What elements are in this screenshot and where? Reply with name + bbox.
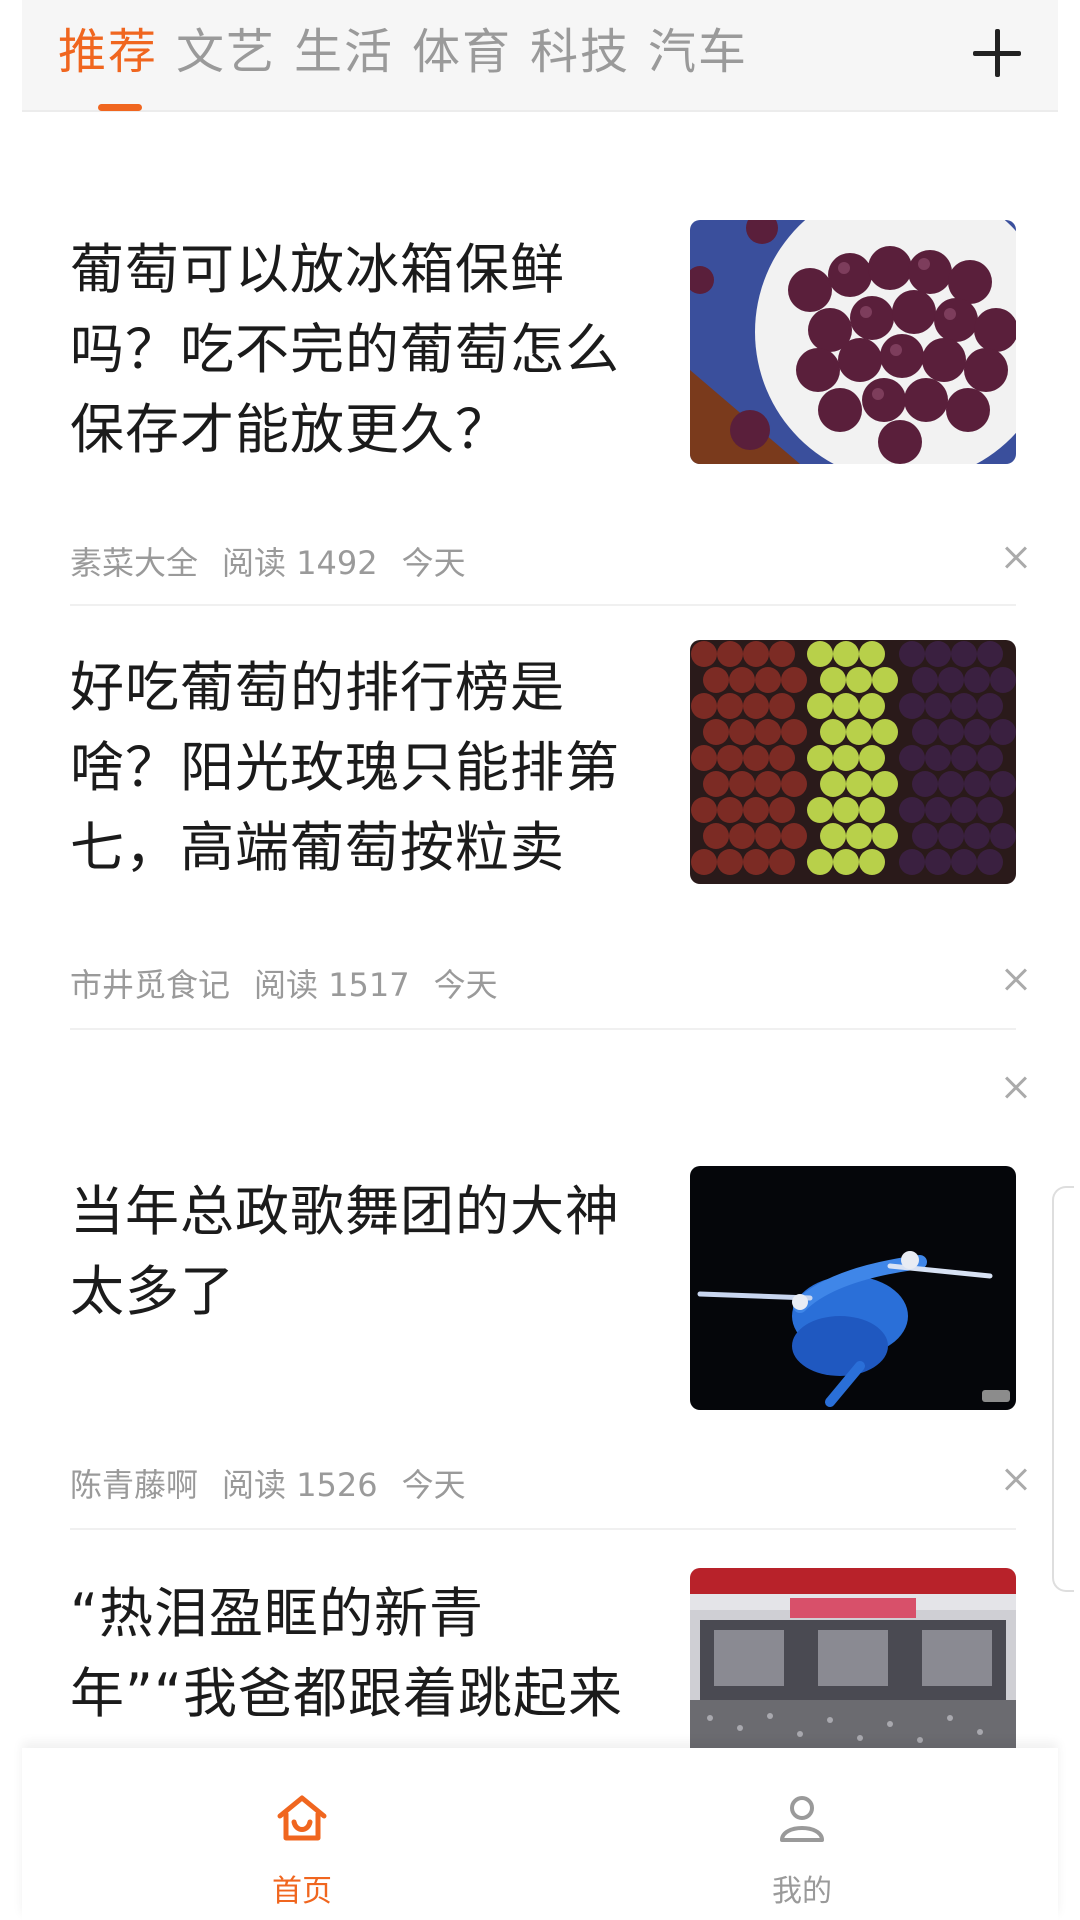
tab-tech[interactable]: 科技 — [530, 22, 630, 82]
article-source: 素菜大全 — [70, 544, 199, 582]
article-title[interactable]: 当年总政歌舞团的大神太多了 — [70, 1172, 630, 1332]
tab-life[interactable]: 生活 — [294, 22, 394, 82]
tab-sports[interactable]: 体育 — [412, 22, 512, 82]
article-meta: 陈青藤啊 阅读 1526 今天 — [70, 1460, 490, 1506]
bottom-navigation: 首页 我的 — [22, 1748, 1058, 1920]
article-meta: 市井觅食记 阅读 1517 今天 — [70, 960, 522, 1006]
article-source: 陈青藤啊 — [70, 1466, 199, 1504]
home-icon — [277, 1795, 327, 1841]
active-tab-indicator — [98, 104, 142, 111]
close-icon[interactable] — [1000, 542, 1032, 574]
article-reads: 阅读 1492 — [222, 544, 378, 582]
article-time: 今天 — [401, 544, 466, 582]
concert-stadium-photo[interactable] — [690, 1568, 1016, 1748]
article-title[interactable]: 葡萄可以放冰箱保鲜吗？吃不完的葡萄怎么保存才能放更久？ — [70, 230, 630, 470]
scroll-edge-indicator — [1052, 1186, 1074, 1592]
article-title[interactable]: 好吃葡萄的排行榜是啥？阳光玫瑰只能排第七，高端葡萄按粒卖 — [70, 648, 630, 888]
divider — [70, 604, 1016, 606]
close-icon[interactable] — [1000, 964, 1032, 996]
user-icon — [780, 1796, 824, 1842]
tab-recommend[interactable]: 推荐 — [58, 22, 158, 82]
close-icon[interactable] — [1000, 1464, 1032, 1496]
close-icon[interactable] — [1000, 1072, 1032, 1104]
app-screen: 推荐 文艺 生活 体育 科技 汽车 葡萄可以放冰箱保鲜吗？吃不完的葡萄怎么保存才… — [0, 0, 1080, 1920]
nav-home[interactable]: 首页 — [152, 1748, 452, 1920]
nav-mine-label: 我的 — [772, 1874, 832, 1909]
article-title[interactable]: “热泪盈眶的新青年”“我爸都跟着跳起来了”… — [70, 1574, 630, 1748]
nav-mine[interactable]: 我的 — [652, 1748, 952, 1920]
divider — [70, 1528, 1016, 1530]
article-feed[interactable]: 葡萄可以放冰箱保鲜吗？吃不完的葡萄怎么保存才能放更久？ 素菜大全 阅读 1492… — [0, 112, 1080, 1748]
article-meta: 素菜大全 阅读 1492 今天 — [70, 538, 490, 584]
article-reads: 阅读 1517 — [254, 966, 410, 1004]
tab-culture[interactable]: 文艺 — [176, 22, 276, 82]
article-time: 今天 — [401, 1466, 466, 1504]
grape-varieties-photo[interactable] — [690, 640, 1016, 884]
plus-icon[interactable] — [962, 18, 1032, 88]
tab-auto[interactable]: 汽车 — [648, 22, 748, 82]
divider — [70, 1028, 1016, 1030]
category-tab-bar: 推荐 文艺 生活 体育 科技 汽车 — [22, 0, 1058, 112]
dancers-photo[interactable] — [690, 1166, 1016, 1410]
grapes-bowl-photo[interactable] — [690, 220, 1016, 464]
article-source: 市井觅食记 — [70, 966, 231, 1004]
article-reads: 阅读 1526 — [222, 1466, 378, 1504]
article-time: 今天 — [433, 966, 498, 1004]
nav-home-label: 首页 — [272, 1874, 332, 1909]
